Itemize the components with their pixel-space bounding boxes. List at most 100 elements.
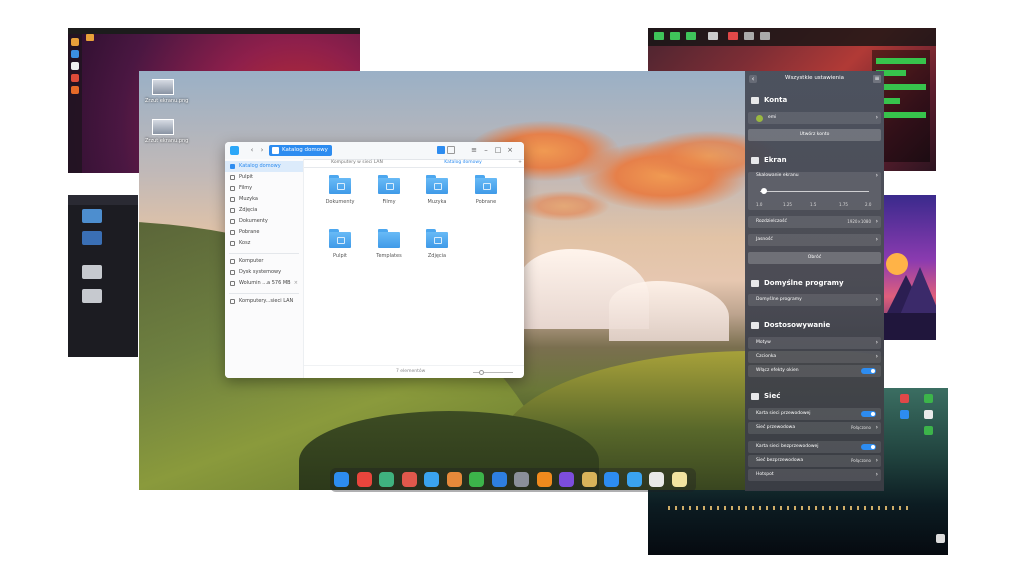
scaling-slider-handle[interactable] (761, 188, 767, 194)
image-icon (82, 265, 102, 279)
forward-icon[interactable]: › (257, 145, 267, 155)
sidebar-item-downloads[interactable]: Pobrane (225, 227, 303, 238)
sidebar: Katalog domowy Pulpit Filmy Muzyka Zdjęc… (225, 159, 304, 378)
top-menu-bar (68, 195, 138, 205)
chevron-right-icon: › (875, 236, 878, 243)
desktop-file-screenshot[interactable]: Zrzut ekranu.png (145, 79, 188, 104)
back-icon[interactable]: ‹ (247, 145, 257, 155)
chevron-right-icon: › (875, 471, 878, 478)
window-effects-row: Włącz efekty okien (748, 365, 881, 377)
file-manager-icon[interactable] (379, 472, 394, 487)
resolution-row[interactable]: Rozdzielczość 1920×1080 › (748, 216, 881, 228)
folder-downloads[interactable]: Pobrane (466, 175, 506, 205)
breadcrumb[interactable]: Katalog domowy (269, 145, 332, 156)
folder-videos[interactable]: Filmy (369, 175, 409, 205)
folder-music[interactable]: Muzyka (417, 175, 457, 205)
sidebar-item-home[interactable]: Katalog domowy (225, 161, 303, 172)
item-count: 7 elementów (396, 369, 426, 374)
icon-view-button[interactable] (437, 146, 445, 154)
default-apps-row[interactable]: Domyślne programy › (748, 294, 881, 306)
font-row[interactable]: Czcionka › (748, 351, 881, 363)
zoom-slider-handle[interactable] (479, 370, 484, 375)
folder-pictures[interactable]: Zdjęcia (417, 229, 457, 259)
top-bar (68, 28, 360, 34)
folder-desktop[interactable]: Pulpit (320, 229, 360, 259)
folder-templates[interactable]: Templates (369, 229, 409, 259)
sidebar-item-network[interactable]: Komputery...sieci LAN (225, 296, 303, 307)
settings-icon[interactable] (514, 472, 529, 487)
folder-icon (378, 229, 400, 248)
chevron-right-icon: › (875, 172, 878, 179)
menu-button[interactable]: ≡ (873, 75, 881, 83)
desktop-icon (230, 175, 235, 180)
wireless-network-row[interactable]: Sieć bezprzewodowa Połączono › (748, 455, 881, 467)
home-icon (272, 147, 279, 154)
image-icon (152, 79, 174, 95)
desktop-file-screenshot[interactable]: Zrzut ekranu.png (145, 119, 188, 144)
close-button[interactable]: × (505, 145, 515, 155)
power-icon[interactable] (559, 472, 574, 487)
store-icon[interactable] (424, 472, 439, 487)
archive-icon[interactable] (446, 472, 462, 487)
keyboard-icon[interactable] (649, 472, 664, 487)
sidebar-item-desktop[interactable]: Pulpit (225, 172, 303, 183)
palette-icon (751, 322, 759, 329)
tab-lan[interactable]: Komputery w sieci LAN (304, 159, 410, 167)
wired-network-row[interactable]: Sieć przewodowa Połączono › (748, 422, 881, 434)
theme-row[interactable]: Motyw › (748, 337, 881, 349)
sidebar-item-trash[interactable]: Kosz (225, 238, 303, 249)
sidebar-item-pictures[interactable]: Zdjęcia (225, 205, 303, 216)
download-icon (230, 230, 235, 235)
scaling-row: Skalowanie ekranu › 1.0 1.25 1.5 1.75 2.… (748, 172, 881, 210)
sidebar-item-videos[interactable]: Filmy (225, 183, 303, 194)
sidebar-divider (229, 253, 299, 254)
computer-icon (82, 209, 102, 223)
volume-icon (230, 281, 235, 286)
sidebar-item-music[interactable]: Muzyka (225, 194, 303, 205)
storage-icon[interactable] (626, 472, 642, 487)
editor-icon[interactable] (469, 472, 484, 487)
sidebar-item-computer[interactable]: Komputer (225, 256, 303, 267)
trash-icon[interactable] (671, 472, 687, 487)
top-panel (648, 28, 936, 46)
folder-icon (426, 229, 448, 248)
document-icon (230, 219, 235, 224)
minimize-button[interactable]: – (481, 145, 491, 155)
add-tab-button[interactable]: + (516, 159, 524, 167)
chrome-icon[interactable] (356, 472, 372, 487)
launcher-icon[interactable] (334, 472, 349, 487)
vlc-icon[interactable] (536, 472, 552, 487)
video-icon (230, 186, 235, 191)
file-manager-window: ‹ › Katalog domowy ≡ – □ × Katalog domow… (225, 142, 524, 378)
window-effects-toggle[interactable] (861, 368, 876, 374)
account-row[interactable]: emi › (748, 112, 881, 124)
screenshot-icon[interactable] (401, 472, 417, 487)
wireless-toggle[interactable] (861, 444, 876, 450)
scaling-slider[interactable] (760, 191, 869, 192)
chevron-right-icon: › (875, 339, 878, 346)
clock-icon[interactable] (581, 472, 597, 487)
maximize-button[interactable]: □ (493, 145, 503, 155)
video-player-icon[interactable] (491, 472, 507, 487)
eject-icon[interactable]: × (294, 278, 298, 289)
list-view-button[interactable] (447, 146, 455, 154)
rotate-button[interactable]: Obróć (748, 252, 881, 264)
zoom-slider[interactable] (473, 370, 513, 375)
menu-button[interactable]: ≡ (469, 145, 479, 155)
tab-bar: Komputery w sieci LAN Katalog domowy + (304, 159, 524, 168)
sidebar-item-system-disk[interactable]: Dysk systemowy (225, 267, 303, 278)
network-icon (230, 299, 235, 304)
folder-icon (378, 175, 400, 194)
tab-home[interactable]: Katalog domowy (410, 159, 516, 167)
folder-documents[interactable]: Dokumenty (320, 175, 360, 205)
image-icon (230, 208, 235, 213)
settings-header: ‹ Wszystkie ustawienia ≡ (745, 71, 884, 87)
sidebar-item-documents[interactable]: Dokumenty (225, 216, 303, 227)
wifi-icon[interactable] (604, 472, 619, 487)
sidebar-item-volume[interactable]: Wolumin ...a 576 MB × (225, 278, 303, 289)
create-account-button[interactable]: Utwórz konto (748, 129, 881, 141)
brightness-row[interactable]: Jasność › (748, 234, 881, 246)
hotspot-row[interactable]: Hotspot › (748, 469, 881, 481)
wired-toggle[interactable] (861, 411, 876, 417)
folder-icon (475, 175, 497, 194)
